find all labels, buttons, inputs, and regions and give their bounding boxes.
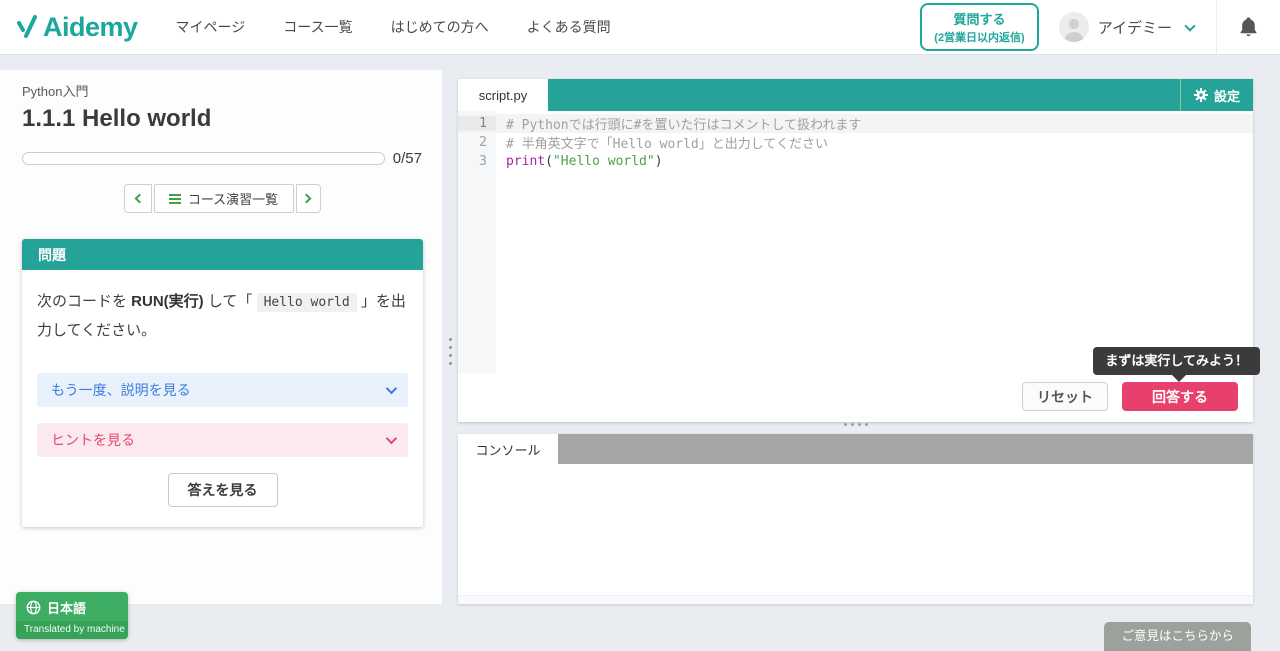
aidemy-logo[interactable]: Aidemy <box>14 12 138 43</box>
code-editor: script.py 設定 <box>458 79 1253 422</box>
language-badge-top: 日本語 <box>16 592 128 621</box>
code-paren-close: ) <box>655 154 663 169</box>
nav-links: マイページ コース一覧 はじめての方へ よくある質問 <box>176 17 649 37</box>
code-comment: # 半角英文字で「Hello world」と出力してください <box>496 133 828 152</box>
nav-link-mypage[interactable]: マイページ <box>176 17 246 37</box>
exercise-nav: コース演習一覧 <box>22 184 422 213</box>
course-title: Python入門 <box>22 81 422 100</box>
user-icon <box>1059 12 1089 42</box>
instruction-prefix: 次のコードを <box>37 293 131 310</box>
globe-icon <box>26 600 41 615</box>
line-number: 1 <box>458 116 496 131</box>
instruction-code-chip: Hello world <box>257 293 357 312</box>
console-header: コンソール <box>458 434 1253 464</box>
list-icon <box>169 194 181 204</box>
navbar-right: 質問する (2営業日以内返信) アイデミー <box>920 0 1280 54</box>
feedback-button[interactable]: ご意見はこちらから <box>1104 622 1251 651</box>
editor-header-bar: 設定 <box>548 79 1253 111</box>
aidemy-logo-icon <box>14 12 40 42</box>
problem-card-body: 次のコードを RUN(実行) して「 Hello world 」を出力してくださ… <box>22 270 423 527</box>
language-label: 日本語 <box>47 598 86 617</box>
explain-toggle-label: もう一度、説明を見る <box>51 380 191 400</box>
exercise-list-label: コース演習一覧 <box>188 189 278 208</box>
problem-card-header: 問題 <box>22 239 423 270</box>
instruction-run-bold: RUN(実行) <box>131 293 204 310</box>
console-output <box>458 464 1253 595</box>
ask-question-sublabel: (2営業日以内返信) <box>934 29 1024 45</box>
code-line-1: 1 # Pythonでは行頭に#を置いた行はコメントして扱われます <box>458 114 1253 133</box>
nav-link-beginners[interactable]: はじめての方へ <box>391 17 489 37</box>
nav-link-courses[interactable]: コース一覧 <box>283 17 352 37</box>
problem-instruction: 次のコードを RUN(実行) して「 Hello world 」を出力してくださ… <box>37 287 408 346</box>
lesson-title: 1.1.1 Hello world <box>22 105 422 133</box>
avatar[interactable] <box>1059 12 1089 42</box>
instruction-mid: して「 <box>204 293 257 310</box>
translated-note: Translated by machine <box>16 621 128 639</box>
editor-tab-scriptpy[interactable]: script.py <box>458 79 548 111</box>
settings-button[interactable]: 設定 <box>1180 79 1253 111</box>
editor-body[interactable]: 1 # Pythonでは行頭に#を置いた行はコメントして扱われます 2 # 半角… <box>458 111 1253 373</box>
logo-text: Aidemy <box>43 12 138 43</box>
chevron-down-icon <box>386 432 397 443</box>
run-tooltip-arrow <box>1172 375 1186 382</box>
lesson-panel: Python入門 1.1.1 Hello world 0/57 コース演習一覧 … <box>0 70 443 604</box>
prev-exercise-button[interactable] <box>124 184 152 213</box>
exercise-list-button[interactable]: コース演習一覧 <box>154 184 294 213</box>
nav-link-faq[interactable]: よくある質問 <box>527 17 611 37</box>
notifications-button[interactable] <box>1217 17 1280 38</box>
code-lines: 1 # Pythonでは行頭に#を置いた行はコメントして扱われます 2 # 半角… <box>458 111 1253 171</box>
next-exercise-button[interactable] <box>296 184 321 213</box>
line-number: 2 <box>458 135 496 150</box>
console-tab[interactable]: コンソール <box>458 434 558 464</box>
console-panel: コンソール <box>458 434 1253 604</box>
run-tooltip: まずは実行してみよう！ <box>1093 347 1260 375</box>
code-line-3: 3 print("Hello world") <box>458 152 1253 171</box>
code-keyword: print <box>506 154 545 169</box>
explain-toggle[interactable]: もう一度、説明を見る <box>37 373 408 407</box>
reset-button[interactable]: リセット <box>1022 382 1108 411</box>
ask-question-label: 質問する <box>934 9 1024 28</box>
editor-footer: リセット 回答する <box>1022 382 1238 411</box>
chevron-down-icon <box>386 382 397 393</box>
code-paren-open: ( <box>545 154 553 169</box>
problem-card: 問題 次のコードを RUN(実行) して「 Hello world 」を出力して… <box>22 239 423 527</box>
console-splitter-handle[interactable] <box>458 423 1253 426</box>
chevron-right-icon <box>302 194 312 204</box>
chevron-down-icon[interactable] <box>1184 20 1195 31</box>
code-line-2: 2 # 半角英文字で「Hello world」と出力してください <box>458 133 1253 152</box>
settings-label: 設定 <box>1214 86 1240 105</box>
console-footer <box>458 595 1253 604</box>
code-comment: # Pythonでは行頭に#を置いた行はコメントして扱われます <box>496 114 861 133</box>
hint-toggle[interactable]: ヒントを見る <box>37 423 408 457</box>
bell-icon <box>1239 17 1258 38</box>
submit-button[interactable]: 回答する <box>1122 382 1238 411</box>
gear-icon <box>1194 88 1208 102</box>
panel-splitter-handle[interactable] <box>449 338 452 365</box>
progress-bar <box>22 152 385 165</box>
language-badge[interactable]: 日本語 Translated by machine <box>16 592 128 639</box>
progress-row: 0/57 <box>22 150 422 167</box>
hint-toggle-label: ヒントを見る <box>51 430 135 450</box>
code-string: "Hello world" <box>553 154 655 169</box>
line-number: 3 <box>458 154 496 169</box>
navbar: Aidemy マイページ コース一覧 はじめての方へ よくある質問 質問する (… <box>0 0 1280 55</box>
editor-header: script.py 設定 <box>458 79 1253 111</box>
chevron-left-icon <box>134 194 144 204</box>
show-answer-button[interactable]: 答えを見る <box>168 473 278 507</box>
ask-question-button[interactable]: 質問する (2営業日以内返信) <box>920 3 1038 51</box>
user-name[interactable]: アイデミー <box>1098 17 1172 38</box>
code-statement: print("Hello world") <box>496 154 663 169</box>
console-header-bar <box>558 434 1253 464</box>
progress-label: 0/57 <box>393 150 422 167</box>
